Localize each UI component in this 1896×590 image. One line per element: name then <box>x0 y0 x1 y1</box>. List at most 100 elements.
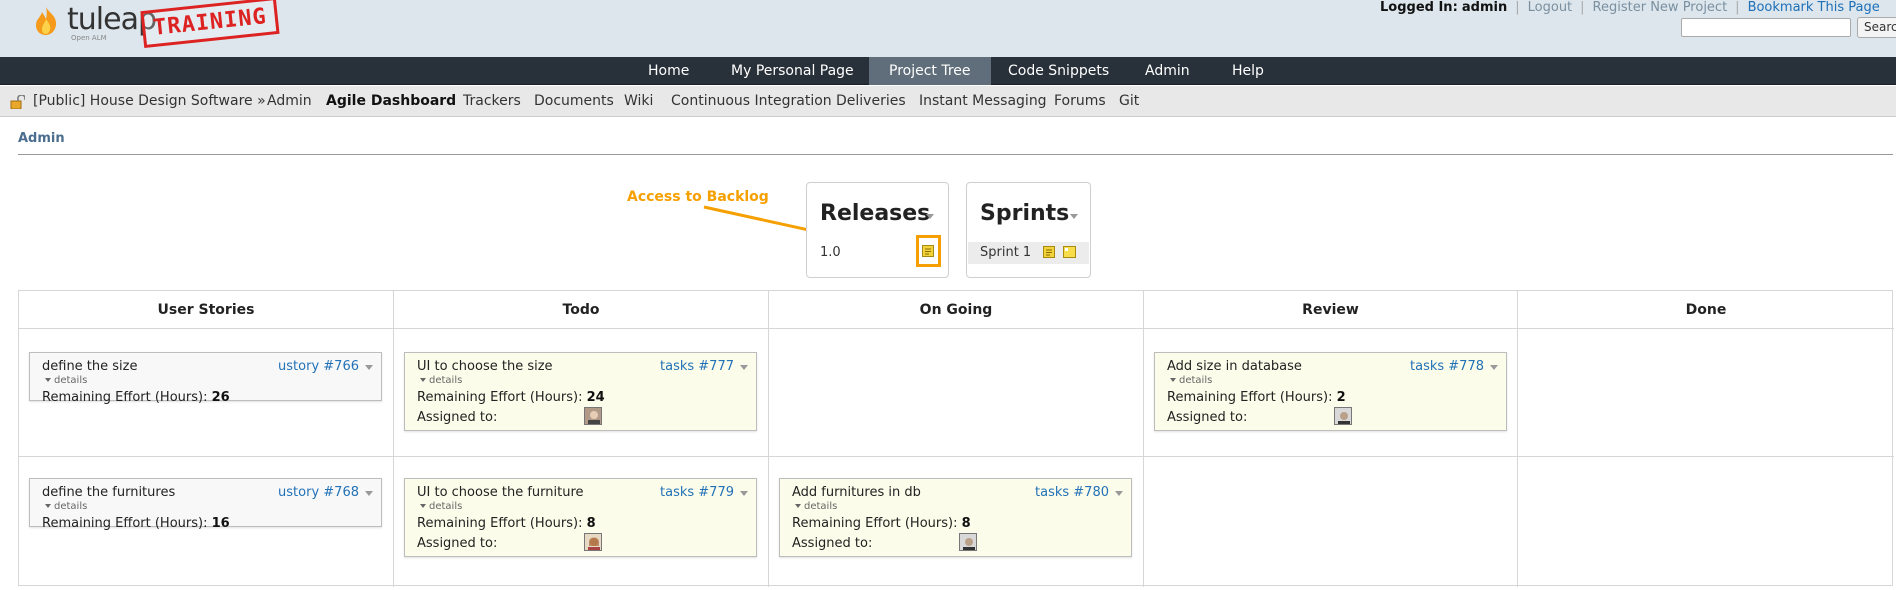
chevron-down-icon[interactable] <box>926 214 934 219</box>
chevron-down-icon[interactable] <box>1070 214 1078 219</box>
column-header: On Going <box>769 291 1143 329</box>
card-ref-link[interactable]: tasks #777 <box>660 359 734 374</box>
column-review: Review <box>1144 291 1518 587</box>
task-card[interactable]: UI to choose the size tasks #777 details… <box>404 352 757 431</box>
backlog-icon[interactable] <box>1043 246 1056 259</box>
card-ref-link[interactable]: tasks #780 <box>1035 485 1109 500</box>
sprint-name[interactable]: Sprint 1 <box>980 245 1031 260</box>
divider: | <box>1735 0 1740 15</box>
column-header: Review <box>1144 291 1517 329</box>
logout-link[interactable]: Logout <box>1528 0 1573 15</box>
chevron-down-icon[interactable] <box>740 491 748 496</box>
card-ref-link[interactable]: tasks #778 <box>1410 359 1484 374</box>
card-ref-link[interactable]: tasks #779 <box>660 485 734 500</box>
chevron-down-icon[interactable] <box>1115 491 1123 496</box>
task-card[interactable]: UI to choose the furniture tasks #779 de… <box>404 478 757 557</box>
flame-icon <box>36 7 57 35</box>
caret-icon <box>420 504 426 508</box>
nav-help[interactable]: Help <box>1212 57 1284 85</box>
avatar[interactable] <box>584 533 602 551</box>
project-breadcrumb[interactable]: [Public] House Design Software » <box>33 86 266 117</box>
chevron-down-icon[interactable] <box>365 491 373 496</box>
card-title: Add size in database <box>1167 359 1302 374</box>
details-label: details <box>54 501 88 512</box>
details-label: details <box>804 501 838 512</box>
remaining-effort: Remaining Effort (Hours): 8 <box>792 516 971 531</box>
column-header: Todo <box>394 291 768 329</box>
card-ref-link[interactable]: ustory #768 <box>278 485 359 500</box>
releases-title[interactable]: Releases <box>820 201 930 226</box>
project-nav: [Public] House Design Software » Admin A… <box>0 86 1896 117</box>
task-card[interactable]: Add size in database tasks #778 details … <box>1154 352 1507 431</box>
nav-project-tree[interactable]: Project Tree <box>869 57 991 85</box>
assigned-to: Assigned to: <box>1167 410 1248 425</box>
public-lock-icon <box>10 95 25 109</box>
remaining-effort: Remaining Effort (Hours): 26 <box>42 390 230 405</box>
proj-tab-documents[interactable]: Documents <box>534 86 614 117</box>
details-toggle[interactable]: details <box>45 501 87 512</box>
column-header: User Stories <box>19 291 393 329</box>
proj-tab-agile-dashboard[interactable]: Agile Dashboard <box>326 86 456 117</box>
register-project-link[interactable]: Register New Project <box>1593 0 1728 15</box>
details-toggle[interactable]: details <box>1170 375 1212 386</box>
nav-my-personal-page[interactable]: My Personal Page <box>711 57 874 85</box>
nav-admin[interactable]: Admin <box>1125 57 1210 85</box>
releases-widget: Releases 1.0 <box>806 182 949 278</box>
search-input[interactable] <box>1681 18 1851 37</box>
avatar[interactable] <box>1334 407 1352 425</box>
proj-tab-continuous-integration[interactable]: Continuous Integration <box>671 86 832 117</box>
proj-tab-trackers[interactable]: Trackers <box>463 86 521 117</box>
details-toggle[interactable]: details <box>795 501 837 512</box>
card-title: Add furnitures in db <box>792 485 921 500</box>
story-card[interactable]: define the furnitures ustory #768 detail… <box>29 478 382 531</box>
remaining-effort: Remaining Effort (Hours): 24 <box>417 390 605 405</box>
user-bar: Logged In: admin | Logout | Register New Pro… <box>1380 0 1880 15</box>
caret-icon <box>420 378 426 382</box>
brand-tagline: Open ALM <box>71 34 107 42</box>
proj-tab-git[interactable]: Git <box>1119 86 1139 117</box>
details-toggle[interactable]: details <box>420 501 462 512</box>
avatar[interactable] <box>584 407 602 425</box>
story-card[interactable]: define the size ustory #766 Remaining Ef… <box>29 352 382 405</box>
backlog-icon[interactable] <box>922 245 935 258</box>
details-label: details <box>429 501 463 512</box>
details-label: details <box>1179 375 1213 386</box>
bookmark-link[interactable]: Bookmark This Page <box>1748 0 1880 15</box>
proj-tab-wiki[interactable]: Wiki <box>624 86 653 117</box>
proj-tab-admin[interactable]: Admin <box>267 86 312 117</box>
cardwall-icon[interactable] <box>1063 246 1076 259</box>
card-ref-link[interactable]: ustory #766 <box>278 359 359 374</box>
chevron-down-icon[interactable] <box>365 365 373 370</box>
caret-icon <box>45 378 51 382</box>
details-toggle[interactable]: Remaining Effort (Hours):details <box>45 375 87 386</box>
assigned-to: Assigned to: <box>792 536 873 551</box>
chevron-down-icon[interactable] <box>740 365 748 370</box>
logged-in-user: admin <box>1461 0 1508 15</box>
row-divider <box>19 456 1894 457</box>
remaining-effort: Remaining Effort (Hours): 2 <box>1167 390 1346 405</box>
details-label: details <box>429 375 463 386</box>
details-toggle[interactable]: details <box>420 375 462 386</box>
task-card[interactable]: Add furnitures in db tasks #780 details … <box>779 478 1132 557</box>
proj-tab-forums[interactable]: Forums <box>1054 86 1106 117</box>
sprints-widget: Sprints Sprint 1 <box>966 182 1091 278</box>
column-header: Done <box>1518 291 1894 329</box>
chevron-down-icon[interactable] <box>1490 365 1498 370</box>
caret-icon <box>45 504 51 508</box>
card-title: UI to choose the furniture <box>417 485 584 500</box>
proj-tab-instant-messaging[interactable]: Instant Messaging <box>919 86 1047 117</box>
release-name[interactable]: 1.0 <box>820 245 841 260</box>
nav-code-snippets[interactable]: Code Snippets <box>988 57 1129 85</box>
avatar[interactable] <box>959 533 977 551</box>
proj-tab-deliveries[interactable]: Deliveries <box>836 86 906 117</box>
logged-in-label: Logged In: admin <box>1380 0 1508 15</box>
divider: | <box>1580 0 1585 15</box>
agile-admin-link[interactable]: Admin <box>18 131 65 146</box>
sprints-title[interactable]: Sprints <box>980 201 1069 226</box>
caret-icon <box>1170 378 1176 382</box>
nav-home[interactable]: Home <box>628 57 709 85</box>
remaining-effort: Remaining Effort (Hours): 16 <box>42 516 230 531</box>
search-button[interactable]: Search <box>1857 17 1896 38</box>
card-title: UI to choose the size <box>417 359 553 374</box>
assigned-to: Assigned to: <box>417 410 498 425</box>
